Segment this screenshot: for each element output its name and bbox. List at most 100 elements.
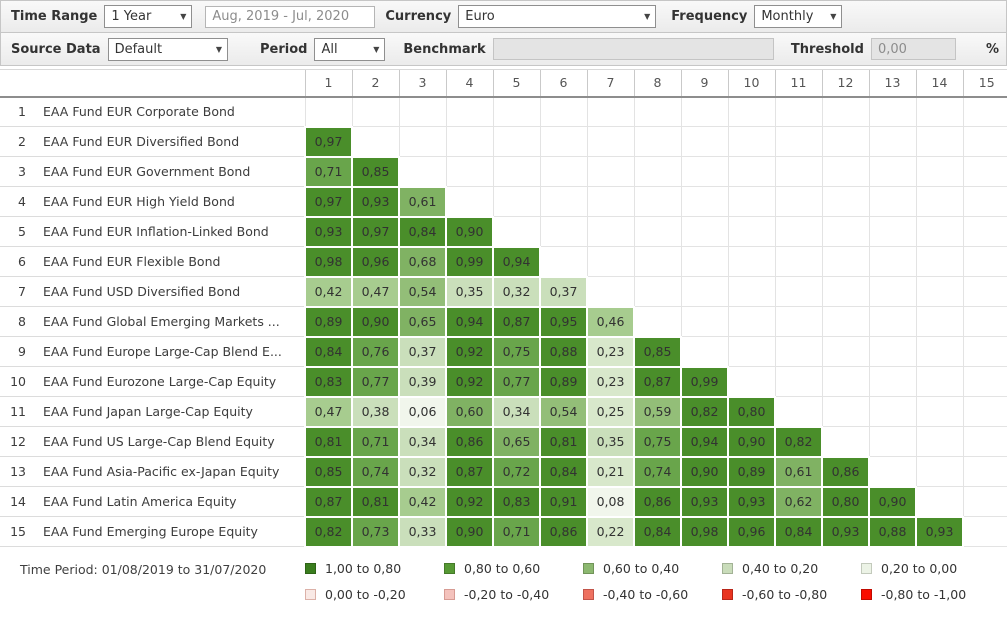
legend-item: 0,80 to 0,60	[444, 561, 583, 576]
empty-cell	[822, 427, 869, 457]
empty-cell	[916, 217, 963, 247]
empty-cell	[587, 277, 634, 307]
column-header: 14	[916, 70, 963, 97]
empty-cell	[963, 217, 1007, 247]
correlation-cell: 0,74	[352, 457, 399, 487]
empty-cell	[493, 217, 540, 247]
correlation-cell: 0,97	[352, 217, 399, 247]
correlation-cell: 0,68	[399, 247, 446, 277]
source-data-select[interactable]: Default ▼	[108, 38, 228, 61]
column-header: 8	[634, 70, 681, 97]
empty-cell	[540, 187, 587, 217]
correlation-cell: 0,98	[681, 517, 728, 547]
correlation-cell: 0,61	[399, 187, 446, 217]
empty-cell	[681, 127, 728, 157]
correlation-cell: 0,90	[869, 487, 916, 517]
column-header: 9	[681, 70, 728, 97]
correlation-cell: 0,35	[446, 277, 493, 307]
time-range-select[interactable]: 1 Year ▼	[104, 5, 192, 28]
period-select[interactable]: All ▼	[314, 38, 385, 61]
toolbar-primary: Time Range 1 Year ▼ Currency Euro ▼ Freq…	[0, 0, 1007, 33]
matrix-row: 2EAA Fund EUR Diversified Bond0,97	[0, 127, 1007, 157]
empty-cell	[916, 187, 963, 217]
legend-label: -0,40 to -0,60	[603, 587, 688, 602]
matrix-row: 13EAA Fund Asia-Pacific ex-Japan Equity0…	[0, 457, 1007, 487]
correlation-cell: 0,91	[540, 487, 587, 517]
correlation-cell: 0,71	[493, 517, 540, 547]
matrix-footer: Time Period: 01/08/2019 to 31/07/2020 1,…	[0, 561, 1007, 613]
empty-cell	[446, 157, 493, 187]
correlation-cell: 0,34	[493, 397, 540, 427]
column-header: 3	[399, 70, 446, 97]
fund-name: EAA Fund Latin America Equity	[30, 487, 305, 517]
empty-cell	[775, 187, 822, 217]
empty-cell	[822, 217, 869, 247]
fund-name: EAA Fund Asia-Pacific ex-Japan Equity	[30, 457, 305, 487]
fund-name: EAA Fund Eurozone Large-Cap Equity	[30, 367, 305, 397]
percent-label: %	[986, 42, 999, 57]
fund-name: EAA Fund US Large-Cap Blend Equity	[30, 427, 305, 457]
empty-cell	[963, 397, 1007, 427]
correlation-cell: 0,23	[587, 337, 634, 367]
correlation-cell: 0,88	[540, 337, 587, 367]
chevron-down-icon: ▼	[180, 12, 186, 21]
row-number: 7	[0, 277, 30, 307]
correlation-cell: 0,85	[305, 457, 352, 487]
column-header: 6	[540, 70, 587, 97]
date-range-input[interactable]	[205, 6, 375, 28]
empty-cell	[493, 187, 540, 217]
correlation-cell: 0,82	[775, 427, 822, 457]
empty-cell	[963, 517, 1007, 547]
legend-swatch-icon	[305, 589, 316, 600]
empty-cell	[446, 187, 493, 217]
chevron-down-icon: ▼	[216, 45, 222, 54]
empty-cell	[681, 307, 728, 337]
empty-cell	[963, 157, 1007, 187]
correlation-cell: 0,65	[399, 307, 446, 337]
correlation-cell: 0,38	[352, 397, 399, 427]
row-number: 2	[0, 127, 30, 157]
matrix-row: 8EAA Fund Global Emerging Markets ...0,8…	[0, 307, 1007, 337]
correlation-cell: 0,42	[305, 277, 352, 307]
currency-select[interactable]: Euro ▼	[458, 5, 656, 28]
correlation-cell: 0,75	[634, 427, 681, 457]
legend-label: 0,40 to 0,20	[742, 561, 818, 576]
empty-cell	[587, 217, 634, 247]
correlation-cell: 0,84	[305, 337, 352, 367]
threshold-input[interactable]	[871, 38, 956, 60]
toolbar-secondary: Source Data Default ▼ Period All ▼ Bench…	[0, 33, 1007, 66]
row-number: 10	[0, 367, 30, 397]
empty-cell	[775, 337, 822, 367]
empty-cell	[634, 187, 681, 217]
correlation-cell: 0,88	[869, 517, 916, 547]
fund-name: EAA Fund Emerging Europe Equity	[30, 517, 305, 547]
correlation-cell: 0,42	[399, 487, 446, 517]
matrix-row: 1EAA Fund EUR Corporate Bond	[0, 97, 1007, 127]
benchmark-input[interactable]	[493, 38, 774, 60]
correlation-cell: 0,81	[540, 427, 587, 457]
empty-cell	[963, 487, 1007, 517]
chevron-down-icon: ▼	[644, 12, 650, 21]
correlation-cell: 0,84	[775, 517, 822, 547]
empty-cell	[775, 277, 822, 307]
correlation-cell: 0,98	[305, 247, 352, 277]
correlation-legend: 1,00 to 0,800,80 to 0,600,60 to 0,400,40…	[305, 561, 1007, 613]
empty-cell	[728, 247, 775, 277]
correlation-cell: 0,06	[399, 397, 446, 427]
empty-cell	[869, 457, 916, 487]
empty-cell	[493, 157, 540, 187]
correlation-cell: 0,81	[352, 487, 399, 517]
empty-cell	[916, 367, 963, 397]
correlation-cell: 0,93	[822, 517, 869, 547]
empty-cell	[728, 127, 775, 157]
legend-swatch-icon	[861, 563, 872, 574]
time-period-text: Time Period: 01/08/2019 to 31/07/2020	[0, 561, 305, 613]
frequency-select[interactable]: Monthly ▼	[754, 5, 842, 28]
empty-cell	[399, 157, 446, 187]
legend-item: 0,00 to -0,20	[305, 587, 444, 602]
column-header: 12	[822, 70, 869, 97]
empty-cell	[681, 247, 728, 277]
empty-cell	[681, 277, 728, 307]
legend-item: -0,40 to -0,60	[583, 587, 722, 602]
empty-cell	[869, 157, 916, 187]
